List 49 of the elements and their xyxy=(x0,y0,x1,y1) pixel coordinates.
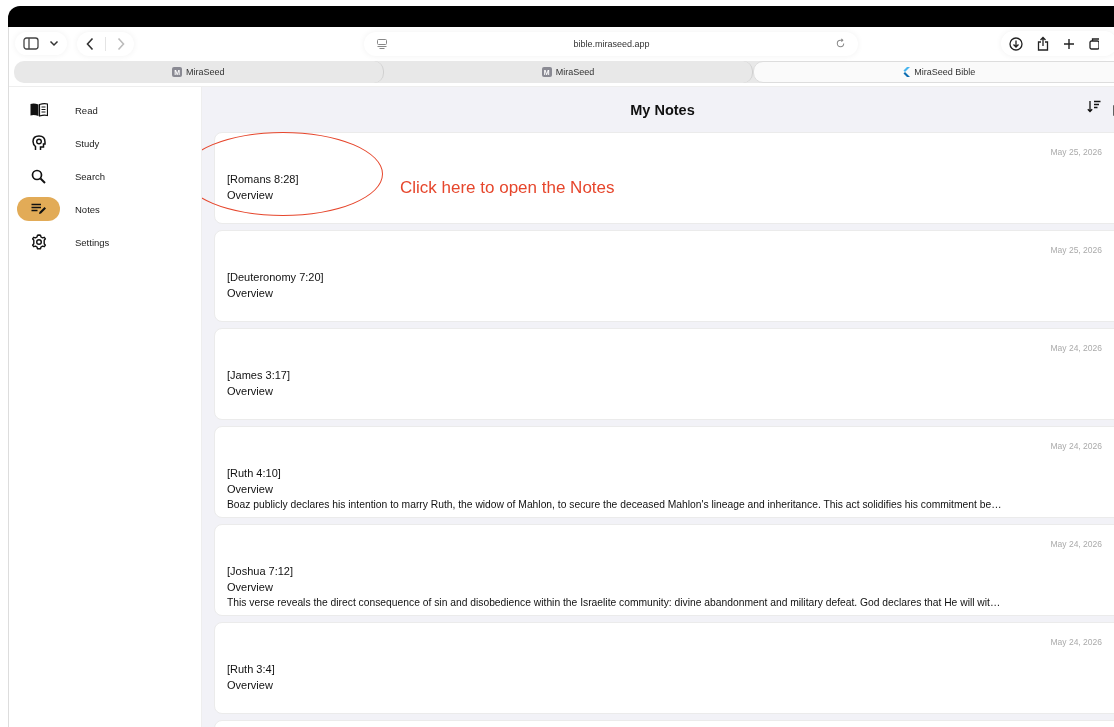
note-date: May 25, 2026 xyxy=(1050,147,1102,157)
favicon-icon xyxy=(902,67,911,77)
url-text: bible.miraseed.app xyxy=(572,38,651,49)
note-heading: Overview xyxy=(227,383,273,399)
address-bar[interactable]: bible.miraseed.app xyxy=(364,31,858,56)
page-title: My Notes xyxy=(630,101,695,118)
note-reference: [Joshua 7:12] xyxy=(227,564,294,579)
note-reference: [Romans 8:28] xyxy=(227,172,299,187)
reload-icon[interactable] xyxy=(835,38,846,49)
search-icon xyxy=(31,168,46,184)
nav-item[interactable]: Notes xyxy=(9,197,201,221)
sort-icon[interactable] xyxy=(1087,100,1101,113)
note-heading: Overview xyxy=(227,187,273,203)
note-reference: [James 3:17] xyxy=(227,368,290,383)
nav-item[interactable]: Search xyxy=(9,164,201,188)
note-date: May 24, 2026 xyxy=(1050,343,1102,353)
note-heading: Overview xyxy=(227,285,273,301)
note-reference: [Ruth 4:10] xyxy=(227,466,281,481)
new-tab-icon[interactable] xyxy=(1063,37,1075,50)
download-icon[interactable] xyxy=(1009,36,1023,51)
browser-tab[interactable]: MiraSeed Bible xyxy=(753,61,1114,83)
settings-icon xyxy=(30,234,47,250)
page-icon xyxy=(376,37,388,50)
back-icon[interactable] xyxy=(85,36,95,51)
note-card[interactable]: May 24, 2026 [Ruth 3:4] Overview xyxy=(214,622,1114,714)
chevron-down-icon[interactable] xyxy=(49,40,59,47)
note-date: May 24, 2026 xyxy=(1050,637,1102,647)
note-date: May 25, 2026 xyxy=(1050,245,1102,255)
note-excerpt: Boaz publicly declares his intention to marry Ruth, the widow of Mahlon, to secure the deceased Mahlon's lineage and inheritance. This act solidifies his commitment be… xyxy=(227,498,1002,512)
note-reference: [Deuteronomy 7:20] xyxy=(227,270,324,285)
share-icon[interactable] xyxy=(1037,36,1049,51)
note-heading: Overview xyxy=(227,677,273,693)
sidebar-toggle-icon[interactable] xyxy=(23,37,39,50)
note-date: May 24, 2026 xyxy=(1050,441,1102,451)
tab-overview-icon[interactable] xyxy=(1089,37,1099,50)
note-card[interactable]: May 25, 2026 [Deuteronomy 7:20] Overview xyxy=(214,230,1114,322)
note-heading: Overview xyxy=(227,481,273,497)
note-reference: [Ruth 3:4] xyxy=(227,662,275,677)
nav-item[interactable]: Study xyxy=(9,131,201,155)
note-excerpt: This verse reveals the direct consequence of sin and disobedience within the Israelite community: divine abandonment and military defeat. God declares that He will wit… xyxy=(227,596,1001,610)
nav-item[interactable]: Read xyxy=(9,98,201,122)
notes-icon xyxy=(30,203,47,215)
nav-item[interactable]: Settings xyxy=(9,230,201,254)
note-heading: Overview xyxy=(227,579,273,595)
note-card[interactable]: May 24, 2026 [James 3:17] Overview xyxy=(214,328,1114,420)
book-icon xyxy=(29,103,48,117)
note-date: May 24, 2026 xyxy=(1050,539,1102,549)
head-icon xyxy=(31,135,46,151)
annotation-text: Click here to open the Notes xyxy=(400,178,615,198)
